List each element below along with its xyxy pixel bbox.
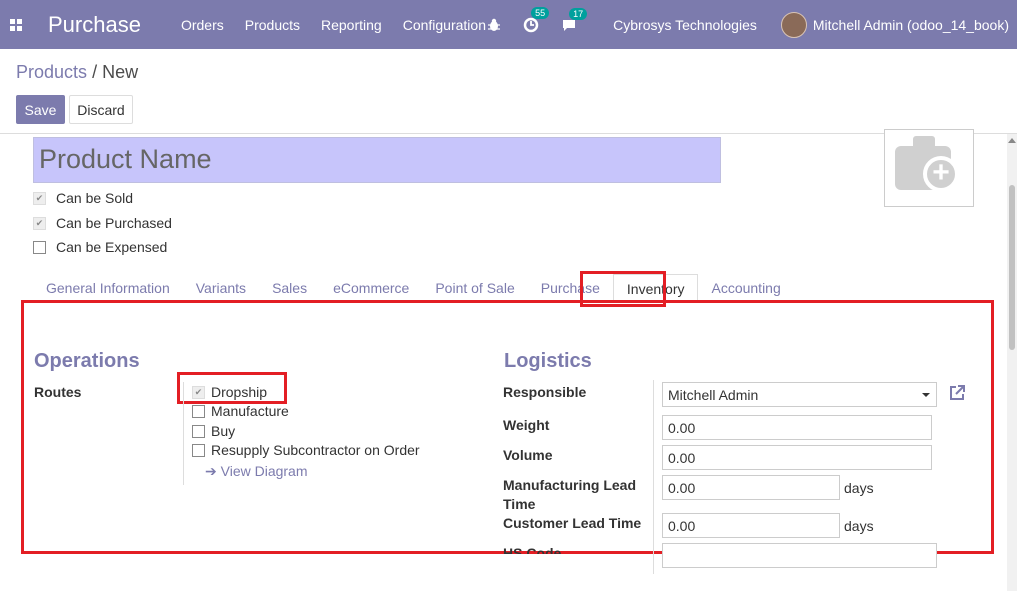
can-be-expensed-checkbox[interactable] [33, 240, 46, 254]
can-be-expensed-row: Can be Expensed [33, 239, 167, 255]
hs-code-label: HS Code [503, 545, 562, 561]
hs-code-input[interactable] [662, 543, 937, 568]
user-menu[interactable]: Mitchell Admin (odoo_14_book) [813, 17, 1009, 33]
navbar-systray: 55 17 Cybrosys Technologies Mitchell Adm… [487, 0, 1009, 49]
menu-configuration[interactable]: Configuration [403, 17, 486, 33]
can-be-purchased-label: Can be Purchased [56, 215, 172, 231]
product-name-input[interactable]: Product Name [33, 137, 721, 183]
routes-label: Routes [34, 384, 82, 400]
manufacturing-lead-time-unit: days [844, 480, 874, 496]
customer-lead-time-unit: days [844, 518, 874, 534]
weight-label: Weight [503, 417, 550, 433]
tab-accounting[interactable]: Accounting [698, 274, 793, 301]
route-dropship-label: Dropship [211, 384, 268, 400]
control-panel-divider [0, 133, 1017, 134]
activity-badge: 55 [531, 6, 550, 19]
breadcrumb-current: New [102, 62, 139, 82]
route-manufacture-checkbox[interactable] [192, 404, 205, 418]
can-be-sold-label: Can be Sold [56, 190, 134, 206]
can-be-sold-row: ✔ Can be Sold [33, 190, 133, 206]
main-menu: Orders Products Reporting Configuration [181, 17, 507, 33]
external-link-icon[interactable] [948, 384, 966, 402]
customer-lead-time-label: Customer Lead Time [503, 515, 642, 531]
tab-variants[interactable]: Variants [183, 274, 259, 301]
arrow-right-icon: ➔ [205, 463, 217, 479]
can-be-purchased-checkbox[interactable]: ✔ [33, 216, 46, 230]
operations-title: Operations [34, 350, 140, 372]
company-switcher[interactable]: Cybrosys Technologies [613, 17, 757, 33]
messages-icon[interactable]: 17 [561, 7, 588, 32]
volume-input[interactable]: 0.00 [662, 445, 932, 470]
logistics-divider [653, 380, 654, 574]
can-be-expensed-label: Can be Expensed [56, 239, 168, 255]
breadcrumb-separator: / [92, 62, 98, 82]
breadcrumb-products-link[interactable]: Products [16, 62, 87, 82]
route-buy: Buy [192, 423, 235, 439]
tab-point-of-sale[interactable]: Point of Sale [422, 274, 527, 301]
app-title[interactable]: Purchase [48, 12, 141, 38]
manufacturing-lead-time-label-line1: Manufacturing Lead [503, 477, 637, 493]
route-resupply-subcontractor: Resupply Subcontractor on Order [192, 442, 420, 458]
apps-menu-icon[interactable] [0, 0, 32, 49]
menu-reporting[interactable]: Reporting [321, 17, 382, 33]
add-image-plus-icon: + [923, 156, 959, 192]
manufacturing-lead-time-label: Manufacturing Lead Time [503, 477, 636, 512]
volume-label: Volume [503, 447, 553, 463]
user-avatar[interactable] [780, 11, 807, 38]
route-resupply-subcontractor-label: Resupply Subcontractor on Order [211, 442, 420, 458]
scroll-up-arrow-icon[interactable] [1008, 138, 1016, 143]
tab-general-information[interactable]: General Information [33, 274, 183, 301]
menu-orders[interactable]: Orders [181, 17, 224, 33]
menu-products[interactable]: Products [245, 17, 300, 33]
top-navbar: Purchase Orders Products Reporting Confi… [0, 0, 1017, 49]
manufacturing-lead-time-label-line2: Time [503, 496, 536, 512]
route-manufacture: Manufacture [192, 403, 289, 419]
route-manufacture-label: Manufacture [211, 403, 289, 419]
weight-input[interactable]: 0.00 [662, 415, 932, 440]
route-dropship-checkbox[interactable]: ✔ [192, 385, 205, 399]
customer-lead-time-input[interactable]: 0.00 [662, 513, 840, 538]
view-diagram-link[interactable]: ➔ View Diagram [205, 463, 308, 480]
manufacturing-lead-time-input[interactable]: 0.00 [662, 475, 840, 500]
responsible-label: Responsible [503, 384, 587, 400]
route-resupply-subcontractor-checkbox[interactable] [192, 443, 205, 457]
tab-sales[interactable]: Sales [259, 274, 320, 301]
responsible-value: Mitchell Admin [668, 387, 759, 403]
route-buy-label: Buy [211, 423, 236, 439]
breadcrumb: Products / New [16, 62, 138, 83]
product-tabs: General Information Variants Sales eComm… [33, 274, 794, 301]
route-buy-checkbox[interactable] [192, 424, 205, 438]
product-image-upload[interactable]: + [884, 129, 974, 207]
chevron-down-icon [922, 393, 930, 397]
discard-button[interactable]: Discard [69, 95, 133, 124]
debug-bug-icon[interactable] [487, 18, 501, 32]
route-dropship: ✔ Dropship [192, 384, 267, 400]
logistics-title: Logistics [504, 350, 592, 372]
can-be-sold-checkbox[interactable]: ✔ [33, 191, 46, 205]
responsible-select[interactable]: Mitchell Admin [662, 382, 937, 407]
save-button[interactable]: Save [16, 95, 65, 124]
messages-badge: 17 [569, 7, 588, 20]
routes-divider [183, 382, 184, 485]
scrollbar-thumb[interactable] [1009, 185, 1015, 350]
activity-clock-icon[interactable]: 55 [523, 6, 550, 33]
can-be-purchased-row: ✔ Can be Purchased [33, 215, 172, 231]
tab-ecommerce[interactable]: eCommerce [320, 274, 422, 301]
view-diagram-label: View Diagram [220, 463, 308, 479]
